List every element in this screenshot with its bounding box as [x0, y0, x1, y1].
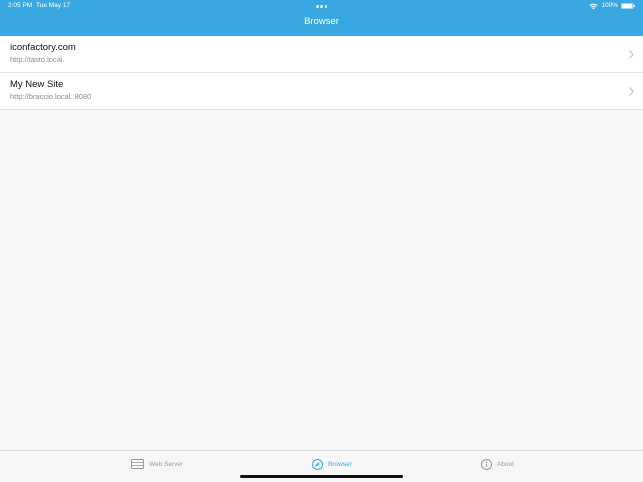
tab-browser[interactable]: Browser — [312, 451, 352, 477]
battery-icon — [621, 3, 635, 9]
page-title: Browser — [304, 16, 339, 27]
tab-web-server[interactable]: Web Server — [131, 451, 183, 477]
home-indicator[interactable] — [240, 475, 403, 478]
site-row-iconfactory[interactable]: iconfactory.com http://tasto.local. — [0, 36, 643, 73]
status-bar: 2:05 PM Tue May 17 100% — [0, 0, 643, 12]
site-url: http://tasto.local. — [10, 55, 65, 64]
server-icon — [131, 459, 144, 469]
chevron-right-icon — [629, 87, 634, 96]
tab-label: About — [497, 460, 514, 468]
tab-label: Web Server — [149, 460, 184, 468]
tab-label: Browser — [328, 460, 352, 468]
status-date: Tue May 17 — [36, 2, 71, 9]
wifi-icon — [589, 3, 598, 9]
battery-percentage: 100% — [601, 2, 618, 9]
info-icon — [481, 458, 492, 470]
navigation-header: 2:05 PM Tue May 17 100% Browser — [0, 0, 643, 36]
site-url: http://braccio.local.:8080 — [10, 92, 92, 101]
site-row-my-new-site[interactable]: My New Site http://braccio.local.:8080 — [0, 73, 643, 110]
tab-about[interactable]: About — [481, 451, 514, 477]
multitasking-dots-icon[interactable] — [316, 5, 327, 8]
chevron-right-icon — [629, 50, 634, 59]
site-title: iconfactory.com — [10, 42, 76, 53]
site-list: iconfactory.com http://tasto.local. My N… — [0, 36, 643, 110]
site-title: My New Site — [10, 79, 64, 90]
status-indicators: 100% — [589, 0, 635, 12]
status-time: 2:05 PM — [8, 2, 33, 9]
compass-icon — [312, 458, 323, 470]
